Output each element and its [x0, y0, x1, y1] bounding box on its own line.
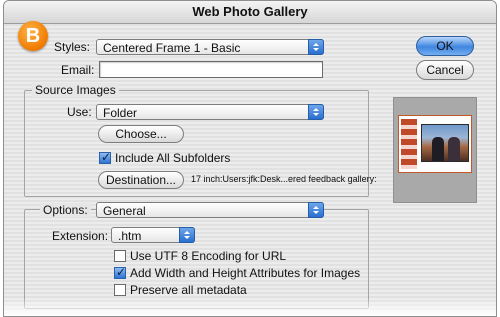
width-height-label: Add Width and Height Attributes for Imag…	[130, 266, 361, 280]
web-photo-gallery-dialog: Web Photo Gallery B Styles: Centered Fra…	[3, 0, 497, 317]
bottom-fade	[4, 298, 496, 316]
popup-arrows-icon	[308, 39, 324, 55]
extension-label: Extension:	[52, 229, 109, 243]
step-badge: B	[18, 21, 48, 51]
gallery-preview	[393, 97, 477, 203]
use-popup[interactable]: Folder	[96, 104, 324, 120]
extension-popup[interactable]: .htm	[111, 227, 195, 243]
options-popup[interactable]: General	[96, 202, 324, 218]
email-label: Email:	[61, 63, 95, 77]
options-popup-value: General	[103, 204, 146, 218]
destination-path: 17 inch:Users:jfk:Desk...ered feedback g…	[191, 174, 377, 184]
include-subfolders-label: Include All Subfolders	[115, 151, 231, 165]
popup-arrows-icon	[308, 202, 324, 218]
source-images-title: Source Images	[32, 83, 119, 97]
preview-thumbnails	[401, 119, 417, 169]
options-label: Options:	[40, 203, 91, 217]
preview-page	[398, 115, 472, 173]
popup-arrows-icon	[308, 104, 324, 120]
styles-label: Styles:	[54, 40, 91, 54]
styles-popup-value: Centered Frame 1 - Basic	[103, 41, 241, 55]
popup-arrows-icon	[179, 227, 195, 243]
use-popup-value: Folder	[103, 106, 138, 120]
preserve-metadata-label: Preserve all metadata	[130, 283, 247, 297]
dialog-title: Web Photo Gallery	[4, 1, 496, 24]
choose-button[interactable]: Choose...	[98, 125, 184, 143]
preserve-metadata-checkbox[interactable]	[114, 284, 126, 296]
include-subfolders-checkbox[interactable]	[99, 150, 111, 164]
width-height-checkbox[interactable]	[114, 265, 126, 279]
email-field[interactable]	[99, 61, 323, 78]
extension-popup-value: .htm	[118, 229, 142, 243]
styles-popup[interactable]: Centered Frame 1 - Basic	[96, 39, 324, 55]
utf8-label: Use UTF 8 Encoding for URL	[130, 249, 287, 263]
ok-button[interactable]: OK	[416, 36, 474, 56]
destination-button[interactable]: Destination...	[98, 171, 184, 189]
preview-photo	[421, 124, 469, 162]
utf8-checkbox[interactable]	[114, 250, 126, 262]
use-label: Use:	[67, 105, 92, 119]
cancel-button[interactable]: Cancel	[416, 60, 474, 80]
